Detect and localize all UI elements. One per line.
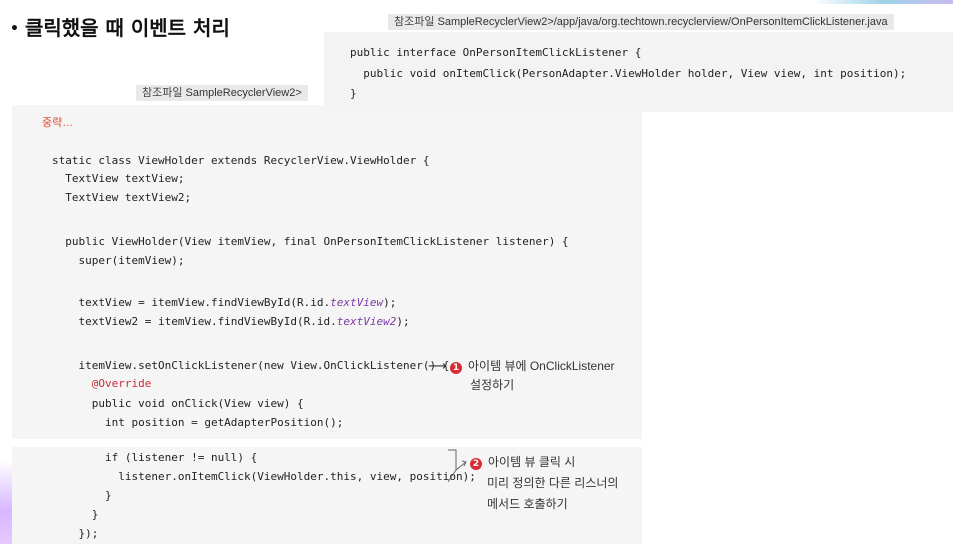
resource-id: textView <box>330 296 384 309</box>
code-line: super(itemView); <box>52 254 185 267</box>
arrow-icon: ⟶ <box>428 359 447 374</box>
code-segment: textView2 = itemView.findViewById(R.id. <box>52 315 337 328</box>
file-label-prefix: 참조파일 <box>394 16 435 28</box>
title-text: 클릭했을 때 이벤트 처리 <box>24 16 230 40</box>
code-line: public void onItemClick(PersonAdapter.Vi… <box>350 67 907 80</box>
file-label-path: SampleRecyclerView2>/app/java/org.techto… <box>437 16 888 28</box>
code-line: itemView.setOnClickListener(new View.OnC… <box>52 359 450 372</box>
bracket-arrow-icon <box>447 449 467 483</box>
code-line: textView = itemView.findViewById(R.id.te… <box>52 296 396 310</box>
code-segment: textView = itemView.findViewById(R.id. <box>52 296 331 309</box>
code-line: TextView textView; <box>52 172 185 185</box>
slide-title: • 클릭했을 때 이벤트 처리 <box>10 12 230 41</box>
code-line: int position = getAdapterPosition(); <box>52 416 344 429</box>
top-decoration <box>813 0 953 4</box>
callout-1-line2: 설정하기 <box>470 378 515 392</box>
code-line: @Override <box>52 377 152 391</box>
callout-2-line1: 아이템 뷰 클릭 시 <box>488 455 576 469</box>
viewholder-file-label: 참조파일 SampleRecyclerView2> <box>136 85 308 101</box>
code-line: public interface OnPersonItemClickListen… <box>350 46 642 59</box>
callout-1: ⟶ 1 아이템 뷰에 OnClickListener <box>428 356 615 377</box>
title-bullet: • <box>10 21 19 37</box>
file-label-path: SampleRecyclerView2> <box>185 87 302 99</box>
code-line: static class ViewHolder extends Recycler… <box>52 154 430 167</box>
callout-1-line1: 아이템 뷰에 OnClickListener <box>467 359 615 373</box>
callout-number-2: 2 <box>470 458 482 470</box>
omission-note: 중략… <box>42 117 74 129</box>
code-line: }); <box>52 527 99 540</box>
code-line: textView2 = itemView.findViewById(R.id.t… <box>52 315 410 329</box>
annotation: @Override <box>52 377 152 390</box>
resource-id: textView2 <box>336 315 397 328</box>
code-line: } <box>52 489 112 502</box>
code-line: public void onClick(View view) { <box>52 397 304 410</box>
code-line: if (listener != null) { <box>52 451 258 464</box>
callout-2-line2: 미리 정의한 다른 리스너의 <box>487 476 619 490</box>
code-segment: ); <box>396 315 410 328</box>
callout-number-1: 1 <box>449 362 462 374</box>
callout-2-line3: 메서드 호출하기 <box>487 497 568 511</box>
code-segment: ); <box>383 296 397 309</box>
code-line: public ViewHolder(View itemView, final O… <box>52 235 569 248</box>
interface-file-label: 참조파일 SampleRecyclerView2>/app/java/org.te… <box>388 14 894 30</box>
code-line: } <box>52 508 99 521</box>
callout-2: 2 아이템 뷰 클릭 시 <box>470 452 575 472</box>
code-line: } <box>350 87 357 100</box>
code-line: TextView textView2; <box>52 191 192 204</box>
code-line: listener.onItemClick(ViewHolder.this, vi… <box>52 470 476 483</box>
file-label-prefix: 참조파일 <box>142 87 183 99</box>
